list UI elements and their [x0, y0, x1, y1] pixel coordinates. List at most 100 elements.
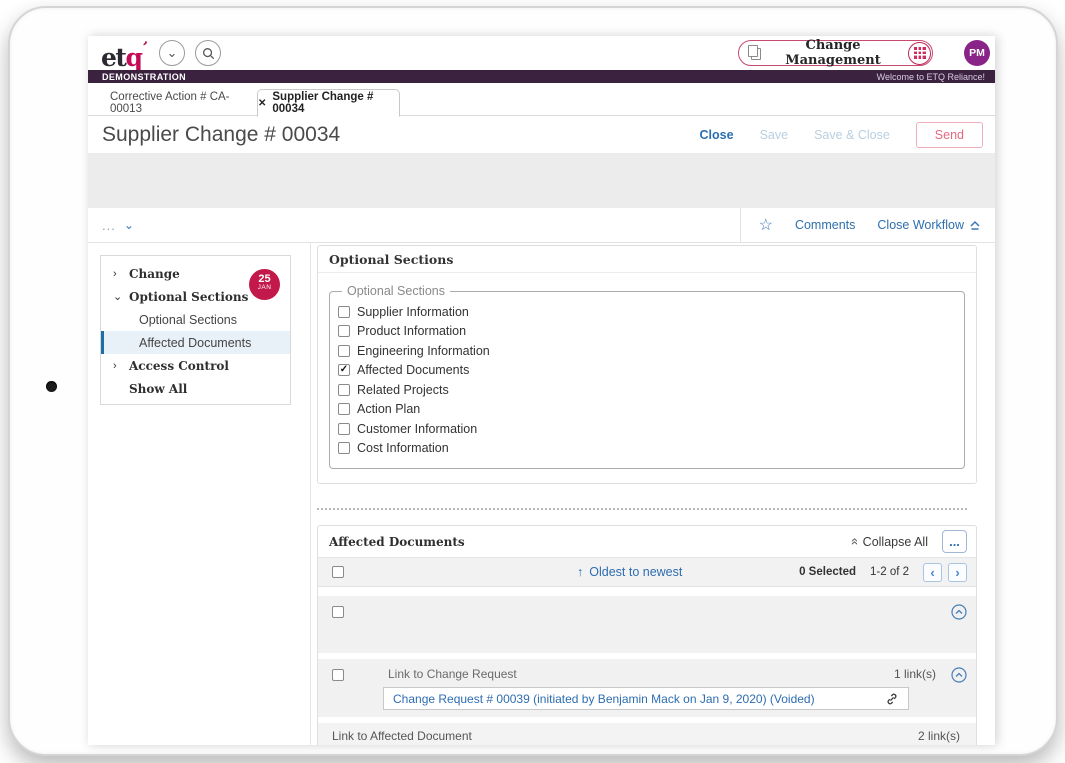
sort-label: Oldest to newest	[589, 565, 682, 579]
nav-dropdown-button[interactable]: ⌄	[159, 40, 185, 66]
change-request-link[interactable]: Change Request # 00039 (initiated by Ben…	[393, 692, 815, 706]
link-count: 1 link(s)	[894, 667, 936, 681]
save-button[interactable]: Save	[760, 128, 789, 142]
cost-information-checkbox[interactable]	[338, 442, 350, 454]
product-information-checkbox[interactable]	[338, 325, 350, 337]
panel-menu-button[interactable]: ...	[942, 530, 967, 553]
etq-logo: etq’	[101, 38, 146, 72]
tree-collapsed-icon[interactable]: ›	[113, 268, 123, 280]
logo-et: et	[101, 43, 125, 72]
app-switcher-label: Change Management	[758, 38, 908, 68]
sort-button[interactable]: ↑ Oldest to newest	[577, 565, 682, 579]
page-title: Supplier Change # 00034	[102, 123, 340, 147]
affected-documents-checkbox[interactable]	[338, 364, 350, 376]
select-all-checkbox[interactable]	[332, 566, 344, 578]
close-tab-icon[interactable]: ✕	[258, 98, 266, 109]
collapse-workflow-icon	[969, 220, 981, 231]
checkbox-row: Affected Documents	[338, 361, 954, 381]
send-button[interactable]: Send	[916, 122, 983, 148]
link-group-label: Link to Change Request	[388, 667, 517, 681]
close-button[interactable]: Close	[700, 128, 734, 142]
circle-chevron-up-icon	[951, 667, 967, 683]
collapse-row-button[interactable]	[951, 604, 967, 620]
demo-banner: DEMONSTRATION Welcome to ETQ Reliance!	[88, 70, 995, 83]
collapse-row-button[interactable]	[951, 667, 967, 683]
app-grid-button[interactable]	[908, 42, 931, 65]
record-action-bar: ... ⌄ ☆ Comments Close Workflow	[88, 208, 995, 243]
camera-dot	[46, 381, 57, 392]
tree-label: Optional Sections	[129, 290, 248, 304]
chevron-left-icon: ‹	[930, 565, 934, 580]
row-checkbox[interactable]	[332, 606, 344, 618]
tree-expanded-icon[interactable]: ⌄	[113, 290, 123, 303]
tab-label: Supplier Change # 00034	[272, 91, 399, 115]
logo-q: q	[125, 43, 141, 72]
prev-page-button[interactable]: ‹	[923, 563, 942, 582]
save-close-button[interactable]: Save & Close	[814, 128, 890, 142]
next-page-button[interactable]: ›	[948, 563, 967, 582]
checkbox-label: Related Projects	[357, 383, 449, 397]
comments-button[interactable]: Comments	[795, 218, 855, 232]
search-button[interactable]	[195, 40, 221, 66]
checkbox-row: Customer Information	[338, 419, 954, 439]
tab-label: Corrective Action # CA-00013	[110, 91, 253, 115]
checkbox-label: Cost Information	[357, 441, 449, 455]
optional-sections-legend: Optional Sections	[342, 284, 450, 298]
expand-caret-button[interactable]: ⌄	[124, 218, 134, 232]
chain-link-icon[interactable]	[885, 692, 899, 706]
ellipsis-icon: ...	[949, 537, 960, 547]
checkbox-row: Supplier Information	[338, 302, 954, 322]
engineering-information-checkbox[interactable]	[338, 345, 350, 357]
document-row: Link to Change Request 1 link(s) Change …	[318, 659, 976, 717]
user-avatar[interactable]: PM	[964, 40, 990, 66]
row-checkbox[interactable]	[332, 669, 344, 681]
collapse-all-button[interactable]: » Collapse All	[850, 534, 928, 549]
checkbox-label: Customer Information	[357, 422, 477, 436]
favorite-star-icon[interactable]: ☆	[759, 215, 773, 235]
action-bar-right: ☆ Comments Close Workflow	[740, 208, 995, 242]
close-workflow-button[interactable]: Close Workflow	[877, 218, 981, 232]
section-separator	[317, 494, 967, 510]
grid-icon	[914, 47, 926, 59]
supplier-information-checkbox[interactable]	[338, 306, 350, 318]
checkbox-label: Affected Documents	[357, 363, 469, 377]
tree-label: Affected Documents	[139, 336, 251, 350]
double-chevron-up-icon: »	[847, 538, 862, 545]
tab-supplier-change[interactable]: ✕ Supplier Change # 00034	[257, 89, 400, 117]
stage-date-month: JAN	[249, 285, 280, 292]
tree-item-access-control[interactable]: › Access Control	[101, 354, 290, 377]
checkbox-label: Action Plan	[357, 402, 420, 416]
tree-label: Access Control	[129, 359, 229, 373]
customer-information-checkbox[interactable]	[338, 423, 350, 435]
demo-banner-label: DEMONSTRATION	[102, 72, 186, 82]
link-group-label: Link to Affected Document	[332, 729, 472, 743]
tab-corrective-action[interactable]: Corrective Action # CA-00013	[110, 89, 253, 117]
app-switcher-pill[interactable]: Change Management	[738, 40, 933, 66]
list-toolbar: ↑ Oldest to newest 0 Selected 1-2 of 2 ‹…	[318, 558, 976, 587]
logo-mark: ’	[141, 38, 148, 56]
toolbar-right: 0 Selected 1-2 of 2 ‹ ›	[799, 563, 967, 582]
tablet-frame: etq’ ⌄ Change Management PM DEMONSTRATIO…	[8, 6, 1058, 756]
document-tab-strip: Corrective Action # CA-00013 ✕ Supplier C…	[88, 83, 995, 116]
link-count: 2 link(s)	[918, 729, 960, 743]
action-plan-checkbox[interactable]	[338, 403, 350, 415]
affected-documents-panel: Affected Documents » Collapse All ... ↑ …	[317, 525, 977, 745]
selected-count: 0 Selected	[799, 566, 856, 578]
stage-draft-node[interactable]: 25 JAN	[249, 269, 280, 300]
more-menu-button[interactable]: ...	[102, 218, 116, 233]
tree-item-show-all[interactable]: Show All	[101, 377, 290, 400]
optional-sections-header: Optional Sections	[318, 246, 976, 273]
chevron-right-icon: ›	[955, 565, 959, 580]
tree-collapsed-icon[interactable]: ›	[113, 360, 123, 372]
checkbox-label: Product Information	[357, 324, 466, 338]
pagination-range: 1-2 of 2	[870, 566, 909, 578]
comments-label: Comments	[795, 218, 855, 232]
related-projects-checkbox[interactable]	[338, 384, 350, 396]
tree-item-optional-sections[interactable]: Optional Sections	[101, 308, 290, 331]
tree-item-affected-documents[interactable]: Affected Documents	[101, 331, 290, 354]
checkbox-label: Engineering Information	[357, 344, 490, 358]
sidebar-divider	[310, 243, 311, 745]
document-row: Link to Affected Document 2 link(s)	[318, 723, 976, 745]
welcome-message: Welcome to ETQ Reliance!	[877, 72, 985, 82]
linked-record-box: Change Request # 00039 (initiated by Ben…	[383, 687, 909, 710]
